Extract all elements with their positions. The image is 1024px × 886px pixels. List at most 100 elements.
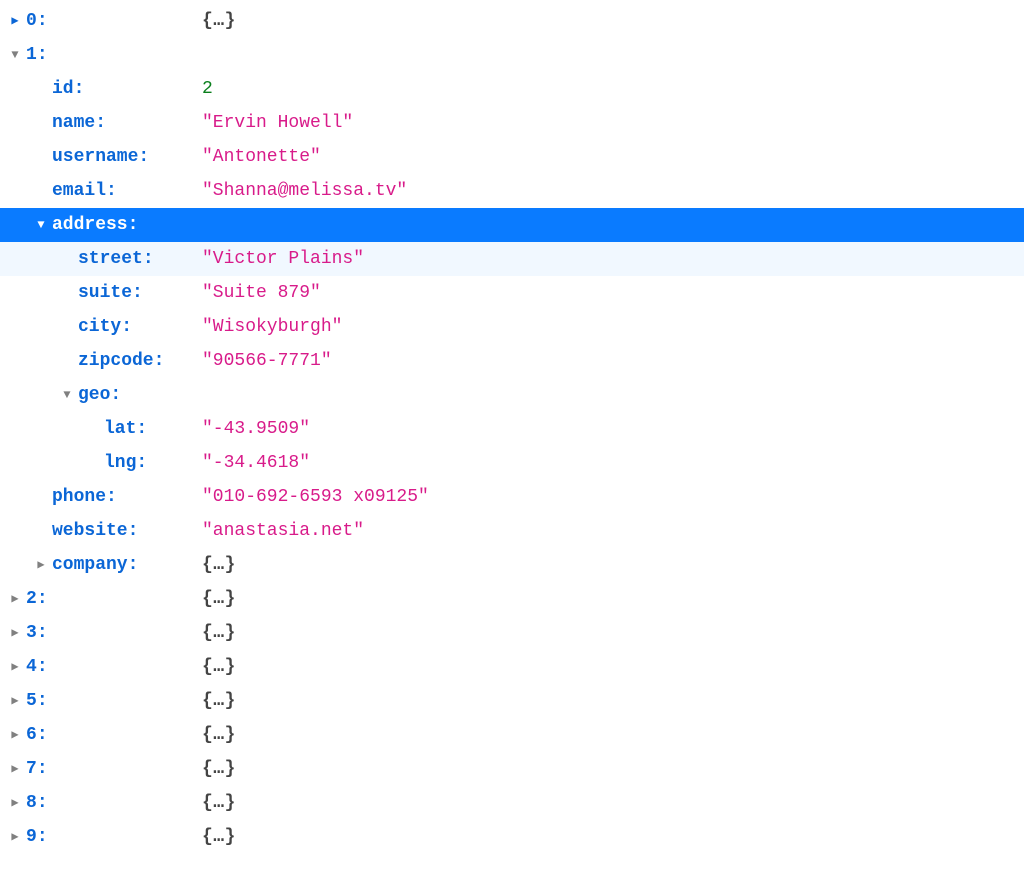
- tree-row[interactable]: ▶street:"Victor Plains": [0, 242, 1024, 276]
- chevron-right-icon[interactable]: ▶: [8, 627, 22, 639]
- tree-row[interactable]: ▶suite:"Suite 879": [0, 276, 1024, 310]
- property-key: suite: [78, 284, 132, 302]
- tree-row[interactable]: ▶website:"anastasia.net": [0, 514, 1024, 548]
- value-cell: {…}: [202, 12, 236, 30]
- tree-row[interactable]: ▶0:{…}: [0, 4, 1024, 38]
- property-key: 8: [26, 794, 37, 812]
- value-cell: {…}: [202, 556, 236, 574]
- property-key: geo: [78, 386, 110, 404]
- property-key: name: [52, 114, 95, 132]
- value-cell: "010-692-6593 x09125": [202, 488, 429, 506]
- key-colon: :: [143, 250, 154, 268]
- tree-row[interactable]: ▶ 8: {…}: [0, 786, 1024, 820]
- tree-row[interactable]: ▶ company: {…}: [0, 548, 1024, 582]
- tree-row[interactable]: ▶lat:"-43.9509": [0, 412, 1024, 446]
- value-cell: "Ervin Howell": [202, 114, 353, 132]
- property-key: email: [52, 182, 106, 200]
- chevron-right-icon[interactable]: ▶: [8, 593, 22, 605]
- value-cell: "anastasia.net": [202, 522, 364, 540]
- tree-row[interactable]: ▶phone:"010-692-6593 x09125": [0, 480, 1024, 514]
- tree-row[interactable]: ▶zipcode:"90566-7771": [0, 344, 1024, 378]
- key-colon: :: [132, 284, 143, 302]
- chevron-down-icon[interactable]: ▼: [60, 389, 74, 401]
- property-key: lng: [104, 454, 136, 472]
- chevron-right-icon[interactable]: ▶: [8, 729, 22, 741]
- collapsed-object: {…}: [202, 827, 236, 847]
- value-cell: {…}: [202, 794, 236, 812]
- key-colon: :: [110, 386, 121, 404]
- collapsed-object: {…}: [202, 623, 236, 643]
- key-colon: :: [128, 522, 139, 540]
- value-cell: 2: [202, 80, 213, 98]
- property-key: phone: [52, 488, 106, 506]
- key-colon: :: [121, 318, 132, 336]
- chevron-right-icon[interactable]: ▶: [8, 831, 22, 843]
- tree-row[interactable]: ▶6:{…}: [0, 718, 1024, 752]
- string-value: "010-692-6593 x09125": [202, 487, 429, 507]
- collapsed-object: {…}: [202, 691, 236, 711]
- tree-row[interactable]: ▼address:: [0, 208, 1024, 242]
- tree-row[interactable]: ▼ 1:: [0, 38, 1024, 72]
- chevron-right-icon[interactable]: ▶: [8, 763, 22, 775]
- property-key: 2: [26, 590, 37, 608]
- tree-row[interactable]: ▶username:"Antonette": [0, 140, 1024, 174]
- value-cell: {…}: [202, 590, 236, 608]
- property-key: id: [52, 80, 74, 98]
- tree-row[interactable]: ▶3:{…}: [0, 616, 1024, 650]
- chevron-right-icon[interactable]: ▶: [8, 661, 22, 673]
- chevron-down-icon[interactable]: ▼: [34, 219, 48, 231]
- property-key: 3: [26, 624, 37, 642]
- value-cell: {…}: [202, 624, 236, 642]
- key-colon: :: [37, 658, 48, 676]
- value-cell: "-43.9509": [202, 420, 310, 438]
- tree-row[interactable]: ▶lng:"-34.4618": [0, 446, 1024, 480]
- key-colon: :: [136, 420, 147, 438]
- property-key: 1: [26, 46, 37, 64]
- collapsed-object: {…}: [202, 11, 236, 31]
- chevron-right-icon[interactable]: ▶: [34, 559, 48, 571]
- key-colon: :: [128, 216, 139, 234]
- property-key: company: [52, 556, 128, 574]
- tree-row[interactable]: ▶email:"Shanna@melissa.tv": [0, 174, 1024, 208]
- tree-row[interactable]: ▶4:{…}: [0, 650, 1024, 684]
- key-colon: :: [37, 794, 48, 812]
- value-cell: "-34.4618": [202, 454, 310, 472]
- key-colon: :: [37, 46, 48, 64]
- collapsed-object: {…}: [202, 555, 236, 575]
- chevron-right-icon[interactable]: ▶: [8, 695, 22, 707]
- value-cell: "Wisokyburgh": [202, 318, 342, 336]
- property-key: city: [78, 318, 121, 336]
- chevron-right-icon[interactable]: ▶: [8, 797, 22, 809]
- value-cell: "90566-7771": [202, 352, 332, 370]
- key-colon: :: [37, 760, 48, 778]
- string-value: "90566-7771": [202, 351, 332, 371]
- tree-row[interactable]: ▶5:{…}: [0, 684, 1024, 718]
- property-key: street: [78, 250, 143, 268]
- tree-row[interactable]: ▼ geo:: [0, 378, 1024, 412]
- string-value: "Shanna@melissa.tv": [202, 181, 407, 201]
- value-cell: {…}: [202, 828, 236, 846]
- tree-row[interactable]: ▶ 2: {…}: [0, 582, 1024, 616]
- value-cell: {…}: [202, 726, 236, 744]
- tree-row[interactable]: ▶ 7: {…}: [0, 752, 1024, 786]
- property-key: website: [52, 522, 128, 540]
- collapsed-object: {…}: [202, 759, 236, 779]
- key-colon: :: [37, 726, 48, 744]
- chevron-right-icon[interactable]: ▶: [8, 15, 22, 27]
- value-cell: {…}: [202, 760, 236, 778]
- chevron-down-icon[interactable]: ▼: [8, 49, 22, 61]
- property-key: 7: [26, 760, 37, 778]
- tree-row[interactable]: ▶id:2: [0, 72, 1024, 106]
- key-colon: :: [128, 556, 139, 574]
- key-colon: :: [95, 114, 106, 132]
- key-colon: :: [74, 80, 85, 98]
- tree-row[interactable]: ▶name:"Ervin Howell": [0, 106, 1024, 140]
- string-value: "Victor Plains": [202, 249, 364, 269]
- key-colon: :: [37, 828, 48, 846]
- string-value: "anastasia.net": [202, 521, 364, 541]
- string-value: "-34.4618": [202, 453, 310, 473]
- key-colon: :: [37, 590, 48, 608]
- key-colon: :: [37, 12, 48, 30]
- tree-row[interactable]: ▶9:{…}: [0, 820, 1024, 854]
- tree-row[interactable]: ▶city:"Wisokyburgh": [0, 310, 1024, 344]
